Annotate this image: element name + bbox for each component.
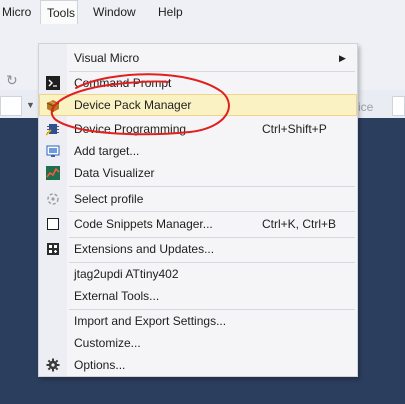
menu-item-options[interactable]: Options...: [39, 354, 357, 376]
menu-item-label: Customize...: [74, 336, 141, 350]
menu-item-device-programming[interactable]: Device Programming Ctrl+Shift+P: [39, 118, 357, 140]
extensions-icon: [47, 243, 59, 255]
toolbar-dropdown-right[interactable]: [392, 96, 405, 116]
menu-item-label: Visual Micro: [74, 51, 140, 65]
add-target-icon: [46, 145, 60, 157]
tools-menu: Visual Micro ▶ Command Prompt Device Pac…: [38, 43, 358, 377]
menu-item-visual-micro[interactable]: Visual Micro ▶: [39, 47, 357, 69]
menu-item-extensions-and-updates[interactable]: Extensions and Updates...: [39, 238, 357, 260]
chevron-down-icon[interactable]: ▼: [26, 100, 35, 110]
menu-item-code-snippets-manager[interactable]: Code Snippets Manager... Ctrl+K, Ctrl+B: [39, 213, 357, 235]
menu-item-label: External Tools...: [74, 289, 160, 303]
menu-item-label: Device Pack Manager: [74, 98, 192, 112]
menu-separator: [69, 211, 355, 212]
menu-micro[interactable]: Micro: [0, 0, 37, 24]
profile-icon: [47, 193, 59, 205]
menu-item-label: jtag2updi ATtiny402: [74, 267, 179, 281]
menu-item-label: Data Visualizer: [74, 166, 155, 180]
submenu-arrow-icon: ▶: [339, 53, 346, 63]
menu-item-label: Import and Export Settings...: [74, 314, 227, 328]
menu-bar: Micro Tools Window Help: [0, 0, 405, 24]
menu-item-add-target[interactable]: Add target...: [39, 140, 357, 162]
menu-tools[interactable]: Tools: [40, 0, 78, 24]
menu-item-import-export-settings[interactable]: Import and Export Settings...: [39, 310, 357, 332]
menu-item-device-pack-manager[interactable]: Device Pack Manager: [39, 94, 357, 116]
menu-item-label: Add target...: [74, 144, 140, 158]
redo-arrow-icon[interactable]: ↻: [6, 72, 18, 89]
gear-icon: [46, 358, 60, 372]
menu-item-external-tools[interactable]: External Tools...: [39, 285, 357, 307]
menu-window[interactable]: Window: [87, 0, 142, 24]
menu-item-label: Command Prompt: [74, 76, 172, 90]
menu-item-label: Extensions and Updates...: [74, 242, 215, 256]
terminal-icon: [46, 76, 60, 90]
menu-item-data-visualizer[interactable]: Data Visualizer: [39, 162, 357, 184]
menu-item-shortcut: Ctrl+Shift+P: [262, 122, 327, 136]
snippet-checkbox-icon: [47, 218, 59, 230]
menu-item-customize[interactable]: Customize...: [39, 332, 357, 354]
menu-help[interactable]: Help: [152, 0, 189, 24]
menu-item-label: Options...: [74, 358, 126, 372]
menu-item-shortcut: Ctrl+K, Ctrl+B: [262, 217, 337, 231]
menu-item-label: Code Snippets Manager...: [74, 217, 213, 231]
menu-item-label: Select profile: [74, 192, 144, 206]
data-visualizer-icon: [46, 166, 60, 180]
programming-icon: [46, 124, 59, 136]
menu-item-jtag2updi[interactable]: jtag2updi ATtiny402: [39, 263, 357, 285]
package-icon: [46, 100, 60, 112]
menu-separator: [69, 186, 355, 187]
config-dropdown[interactable]: [0, 96, 22, 116]
menu-item-command-prompt[interactable]: Command Prompt: [39, 72, 357, 94]
menu-item-select-profile[interactable]: Select profile: [39, 188, 357, 210]
menu-item-label: Device Programming: [74, 122, 187, 136]
